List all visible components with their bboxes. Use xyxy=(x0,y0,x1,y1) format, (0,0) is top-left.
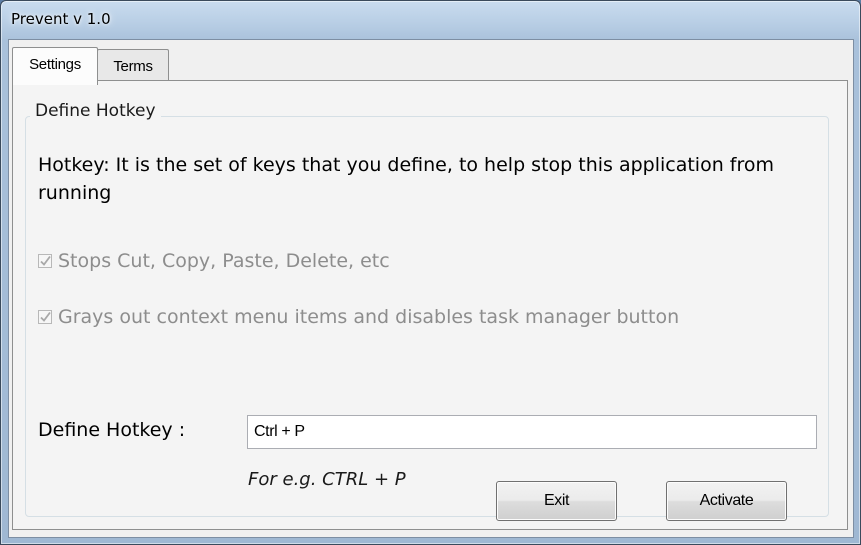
activate-button[interactable]: Activate xyxy=(666,481,787,521)
option-label: Grays out context menu items and disable… xyxy=(58,306,680,328)
groupbox-title: Define Hotkey xyxy=(30,101,161,121)
window-client-area: Settings Terms Define Hotkey Hotkey: It … xyxy=(8,39,854,538)
title-bar[interactable]: Prevent v 1.0 xyxy=(1,1,860,39)
option-gray-context-menu[interactable]: Grays out context menu items and disable… xyxy=(38,305,679,329)
hotkey-input[interactable] xyxy=(247,415,817,449)
exit-button[interactable]: Exit xyxy=(496,481,617,521)
window-title: Prevent v 1.0 xyxy=(11,10,111,28)
option-label: Stops Cut, Copy, Paste, Delete, etc xyxy=(58,250,390,272)
settings-panel: Define Hotkey Hotkey: It is the set of k… xyxy=(12,80,848,530)
hotkey-label: Define Hotkey : xyxy=(38,419,186,441)
checkmark-icon xyxy=(40,255,51,266)
checkbox-gray-context-menu[interactable] xyxy=(38,310,52,324)
app-window: Prevent v 1.0 Settings Terms Define Hotk… xyxy=(0,0,861,545)
tab-terms[interactable]: Terms xyxy=(97,49,169,82)
hotkey-description: Hotkey: It is the set of keys that you d… xyxy=(38,154,775,204)
tab-settings[interactable]: Settings xyxy=(12,47,98,85)
checkbox-stop-clipboard[interactable] xyxy=(38,254,52,268)
checkmark-icon xyxy=(40,311,51,322)
option-stop-clipboard[interactable]: Stops Cut, Copy, Paste, Delete, etc xyxy=(38,249,390,273)
hotkey-example: For e.g. CTRL + P xyxy=(248,469,406,490)
